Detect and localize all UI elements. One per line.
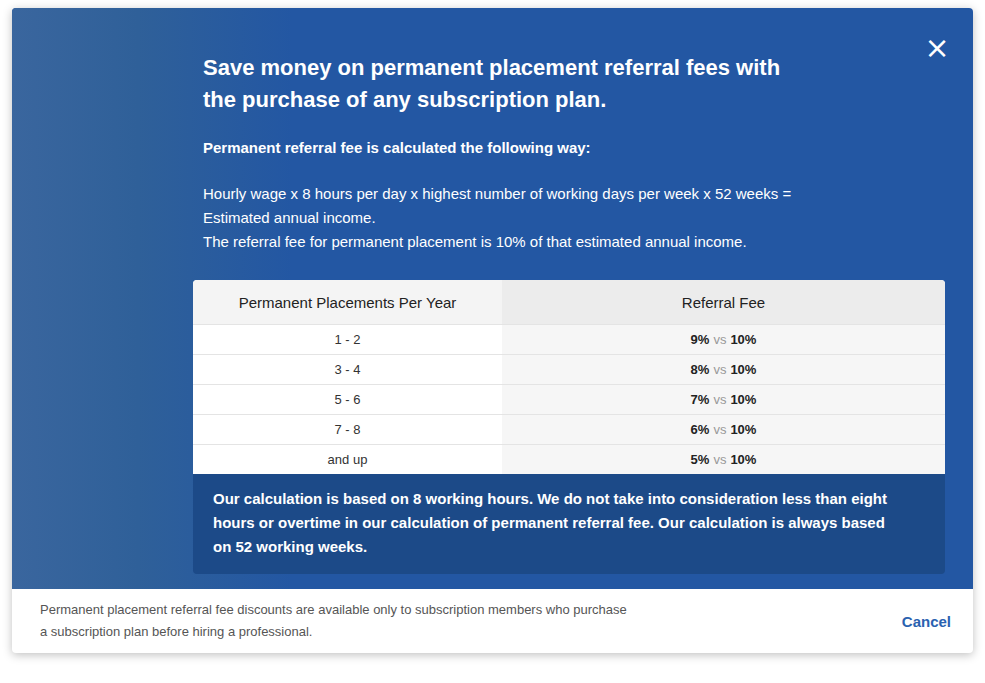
table-row: 3 - 48%vs10% <box>193 354 945 384</box>
fee-cell: 7%vs10% <box>502 384 945 414</box>
dialog-footer: Permanent placement referral fee discoun… <box>12 589 973 653</box>
placements-cell: 7 - 8 <box>193 414 502 444</box>
fee-cell: 8%vs10% <box>502 354 945 384</box>
footer-line: a subscription plan before hiring a prof… <box>40 621 627 643</box>
formula-line: Hourly wage x 8 hours per day x highest … <box>203 182 945 206</box>
placements-cell: 1 - 2 <box>193 324 502 354</box>
column-header: Referral Fee <box>502 280 945 324</box>
fee-table: Permanent Placements Per YearReferral Fe… <box>193 280 945 474</box>
fee-cell: 6%vs10% <box>502 414 945 444</box>
formula-heading: Permanent referral fee is calculated the… <box>203 136 945 160</box>
title-line: the purchase of any subscription plan. <box>203 84 945 116</box>
table-header: Permanent Placements Per YearReferral Fe… <box>193 280 945 324</box>
table-row: and up5%vs10% <box>193 444 945 474</box>
placements-cell: and up <box>193 444 502 474</box>
calculation-note: Our calculation is based on 8 working ho… <box>193 474 945 574</box>
fee-cell: 9%vs10% <box>502 324 945 354</box>
formula-text: Hourly wage x 8 hours per day x highest … <box>203 182 945 254</box>
placements-cell: 3 - 4 <box>193 354 502 384</box>
dialog-title: Save money on permanent placement referr… <box>203 52 945 116</box>
fee-cell: 5%vs10% <box>502 444 945 474</box>
table-row: 1 - 29%vs10% <box>193 324 945 354</box>
close-button[interactable]: × <box>923 34 951 62</box>
table-row: 5 - 67%vs10% <box>193 384 945 414</box>
column-header: Permanent Placements Per Year <box>193 280 502 324</box>
footer-line: Permanent placement referral fee discoun… <box>40 599 627 621</box>
page: ×Save money on permanent placement refer… <box>0 0 985 683</box>
dialog-content: Save money on permanent placement referr… <box>193 52 945 574</box>
formula-line: The referral fee for permanent placement… <box>203 230 945 254</box>
referral-fee-dialog: ×Save money on permanent placement refer… <box>12 8 973 653</box>
dialog-body: ×Save money on permanent placement refer… <box>12 8 973 589</box>
formula-line: Estimated annual income. <box>203 206 945 230</box>
footer-text: Permanent placement referral fee discoun… <box>40 599 627 643</box>
cancel-button[interactable]: Cancel <box>902 607 951 636</box>
table-row: 7 - 86%vs10% <box>193 414 945 444</box>
title-line: Save money on permanent placement referr… <box>203 52 945 84</box>
placements-cell: 5 - 6 <box>193 384 502 414</box>
